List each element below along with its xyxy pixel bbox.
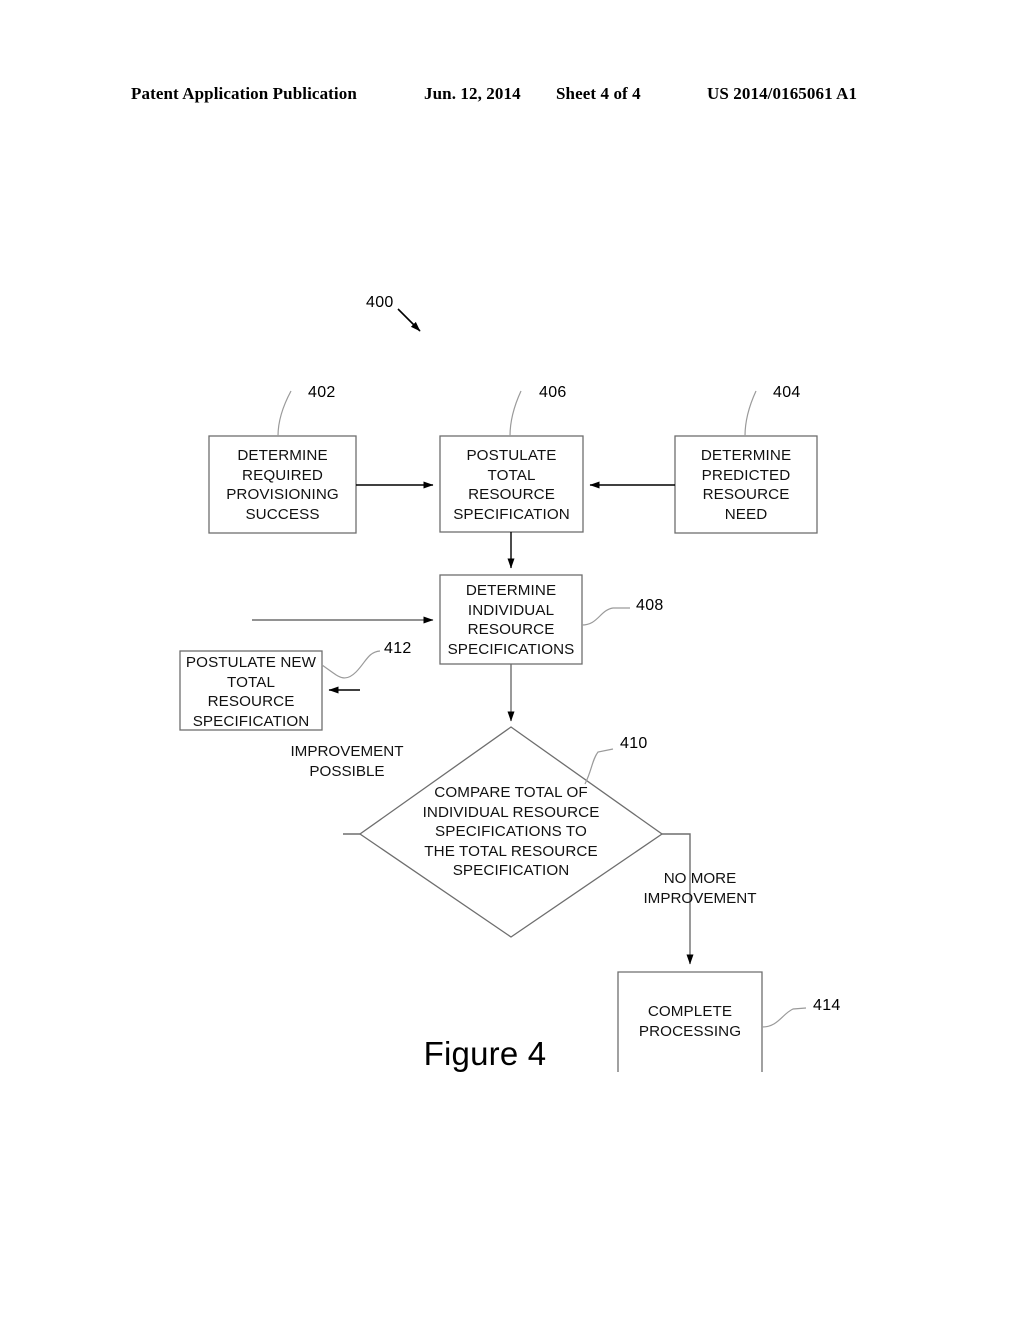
ref-numeral-404: 404: [773, 384, 801, 401]
leader-412: [321, 650, 381, 679]
diagram-ref-400-arrow: [397, 308, 421, 332]
leader-410: [584, 748, 614, 785]
figure-4-flowchart: DETERMINE REQUIRED PROVISIONING SUCCESS …: [0, 0, 1024, 1320]
ref-numeral-410: 410: [620, 735, 648, 752]
node-412-box: [179, 650, 323, 731]
edge-label-no-more-improvement: NO MORE IMPROVEMENT: [643, 870, 757, 907]
edge-label-improvement-possible: IMPROVEMENT POSSIBLE: [290, 743, 404, 780]
node-414-box: [617, 971, 763, 1072]
ref-numeral-402: 402: [308, 384, 336, 401]
leader-402: [277, 390, 292, 437]
figure-caption: Figure 4: [423, 1035, 547, 1072]
leader-414: [761, 1007, 807, 1028]
ref-numeral-412: 412: [384, 640, 412, 657]
node-402-box: [208, 435, 357, 534]
ref-numeral-406: 406: [539, 384, 567, 401]
ref-numeral-414: 414: [813, 997, 841, 1014]
node-408-box: [439, 574, 583, 665]
node-406-box: [439, 435, 584, 533]
ref-numeral-400: 400: [366, 294, 394, 311]
leader-406: [509, 390, 522, 437]
flowchart-graphics: [179, 308, 818, 1072]
node-404-box: [674, 435, 818, 534]
leader-408: [581, 607, 630, 626]
ref-numeral-408: 408: [636, 597, 664, 614]
leader-404: [744, 390, 757, 437]
